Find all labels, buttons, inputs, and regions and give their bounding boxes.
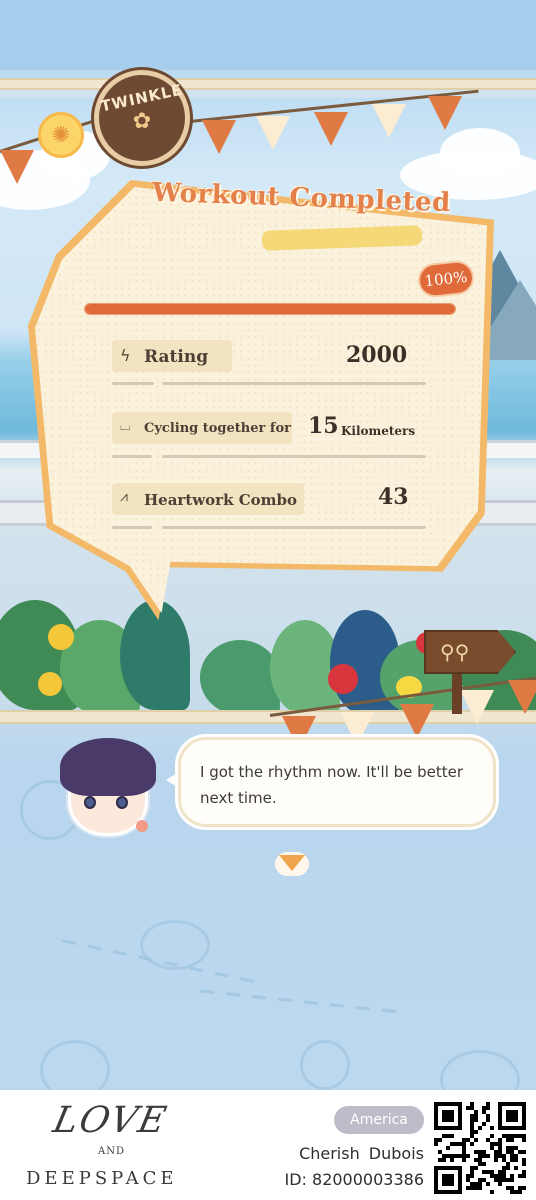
stat-row-combo: ⩘ Heartwork Combo 43: [112, 479, 427, 519]
bunting-flag: [508, 680, 536, 714]
avatar-hair: [60, 738, 156, 796]
cycling-unit: Kilometers: [341, 424, 416, 438]
bunting-flag: [0, 150, 34, 184]
bush: [200, 640, 280, 715]
combo-value: 43: [378, 484, 409, 510]
doodle: [440, 1050, 520, 1090]
cloud: [440, 128, 520, 178]
player-name: Cherish Dubois: [299, 1144, 424, 1163]
doodle: [300, 1040, 350, 1090]
panel-background: [35, 187, 487, 613]
doodle: [40, 1040, 110, 1090]
avatar-blush: [136, 820, 148, 832]
heartbeat-icon: ⩘: [120, 489, 128, 505]
combo-label: Heartwork Combo: [144, 491, 298, 509]
flower-icon: [48, 624, 74, 650]
region-badge: America: [334, 1106, 424, 1134]
bunting-flag: [314, 112, 348, 146]
cycling-label: Cycling together for: [144, 421, 292, 436]
game-logo-top: LOVE: [49, 1100, 172, 1141]
dashed-path: [200, 989, 400, 1014]
sky-top: [0, 0, 536, 70]
bunting-flag: [202, 120, 236, 154]
qr-code-icon: [434, 1102, 526, 1194]
progress-bar: [84, 303, 456, 315]
stat-row-cycling: ⌴ Cycling together for 15 Kilometers: [112, 408, 427, 448]
game-logo-mid: AND: [98, 1146, 125, 1157]
character-avatar: [56, 738, 160, 838]
game-logo-bottom: DEEPSPACE: [26, 1168, 178, 1189]
avatar-eye: [116, 796, 128, 809]
twinkle-badge: TWINKLE ✿: [94, 70, 190, 166]
cycling-value: 15: [308, 413, 339, 439]
sun-icon: ✺: [38, 112, 84, 158]
bunting-flag: [256, 116, 290, 150]
bunting-flag: [460, 690, 494, 724]
flower-icon: [38, 672, 62, 696]
divider: [112, 526, 152, 529]
rating-label: Rating: [144, 347, 209, 367]
top-band: [0, 78, 536, 90]
divider: [162, 455, 426, 458]
lightning-icon: ϟ: [120, 346, 131, 365]
progress-fill: [85, 304, 455, 314]
divider: [112, 382, 154, 385]
bunting-flag: [428, 96, 462, 130]
divider: [162, 382, 426, 385]
result-panel: [28, 180, 494, 620]
bunting-flag: [372, 104, 406, 138]
fish-icon: ✿: [132, 108, 152, 134]
flower-icon: [328, 664, 358, 694]
divider: [162, 526, 426, 529]
avatar-eye: [84, 796, 96, 809]
stat-row-rating: ϟ Rating 2000: [112, 336, 427, 376]
player-id: ID: 82000003386: [284, 1170, 425, 1189]
road-icon: ⌴: [120, 419, 131, 434]
divider: [112, 455, 152, 458]
bunting-flag: [400, 704, 434, 738]
rating-value: 2000: [346, 342, 408, 368]
signpost-pole: [452, 670, 462, 714]
signpost-icon: ⚲⚲: [424, 630, 516, 674]
dialogue-text: I got the rhythm now. It'll be better ne…: [200, 763, 464, 807]
next-arrow-icon[interactable]: [279, 855, 305, 871]
